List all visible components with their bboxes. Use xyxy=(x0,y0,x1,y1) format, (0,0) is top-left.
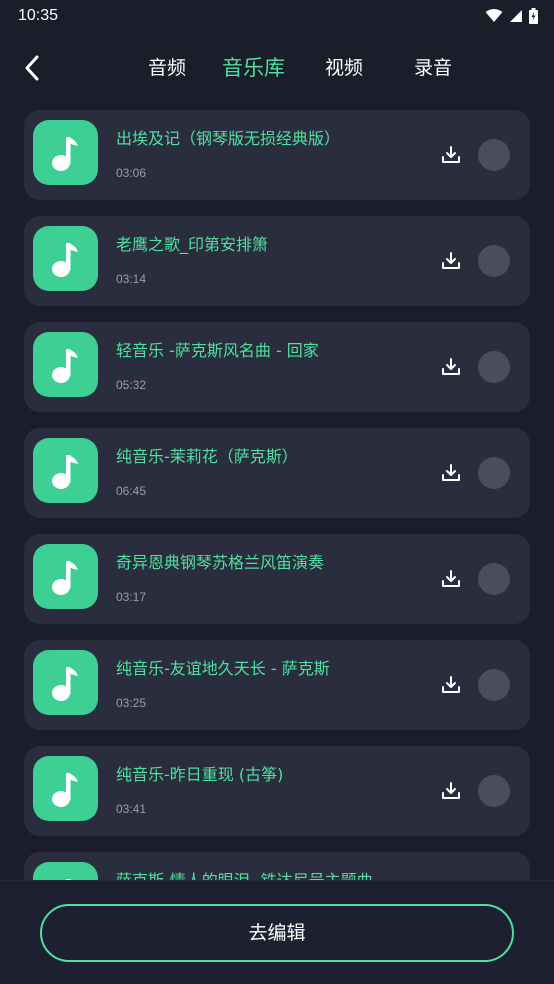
track-thumbnail xyxy=(33,120,98,185)
track-title: 奇异恩典钢琴苏格兰风笛演奏 xyxy=(116,553,325,572)
track-item[interactable]: 萨克斯-情人的眼泪 -铁达尼号主题曲 xyxy=(24,852,530,880)
music-note-icon xyxy=(51,242,78,277)
music-note-icon xyxy=(51,348,78,383)
track-item[interactable]: 出埃及记（钢琴版无损经典版） 03:06 xyxy=(24,110,530,200)
track-duration: 03:41 xyxy=(116,802,147,816)
header: 音频 音乐库 视频 录音 xyxy=(0,38,554,98)
tab-music-library[interactable]: 音乐库 xyxy=(222,52,285,84)
battery-icon xyxy=(529,8,538,24)
track-thumbnail xyxy=(33,438,98,503)
track-duration: 03:06 xyxy=(116,166,147,180)
select-checkbox[interactable] xyxy=(478,245,510,277)
track-title: 萨克斯-情人的眼泪 -铁达尼号主题曲 xyxy=(116,867,373,880)
download-icon[interactable] xyxy=(440,356,462,378)
track-item[interactable]: 纯音乐-茉莉花（萨克斯） 06:45 xyxy=(24,428,530,518)
select-checkbox[interactable] xyxy=(478,139,510,171)
select-checkbox[interactable] xyxy=(478,669,510,701)
track-thumbnail xyxy=(33,226,98,291)
status-icons xyxy=(485,8,538,24)
track-thumbnail xyxy=(33,332,98,397)
track-title: 纯音乐-茉莉花（萨克斯） xyxy=(116,447,298,466)
wifi-icon xyxy=(485,9,503,22)
track-item[interactable]: 纯音乐-友谊地久天长 - 萨克斯 03:25 xyxy=(24,640,530,730)
track-duration: 06:45 xyxy=(116,484,147,498)
download-icon[interactable] xyxy=(440,144,462,166)
music-note-icon xyxy=(51,666,78,701)
track-title: 出埃及记（钢琴版无损经典版） xyxy=(116,129,341,148)
select-checkbox[interactable] xyxy=(478,775,510,807)
track-duration: 03:14 xyxy=(116,272,147,286)
music-note-icon xyxy=(51,560,78,595)
back-button[interactable] xyxy=(14,50,50,86)
track-thumbnail xyxy=(33,756,98,821)
tab-audio[interactable]: 音频 xyxy=(148,52,186,84)
music-note-icon xyxy=(51,772,78,807)
track-duration: 05:32 xyxy=(116,378,147,392)
tab-recording[interactable]: 录音 xyxy=(414,52,452,84)
download-icon[interactable] xyxy=(440,674,462,696)
track-item[interactable]: 奇异恩典钢琴苏格兰风笛演奏 03:17 xyxy=(24,534,530,624)
track-title: 轻音乐 -萨克斯风名曲 - 回家 xyxy=(116,341,319,360)
status-bar: 10:35 xyxy=(0,0,554,32)
status-time: 10:35 xyxy=(18,7,59,24)
track-item[interactable]: 纯音乐-昨日重现 (古筝) 03:41 xyxy=(24,746,530,836)
select-checkbox[interactable] xyxy=(478,351,510,383)
track-title: 纯音乐-昨日重现 (古筝) xyxy=(116,765,284,784)
track-title: 老鹰之歌_印第安排箫 xyxy=(116,235,269,254)
track-duration: 03:17 xyxy=(116,590,147,604)
chevron-left-icon xyxy=(25,55,39,81)
music-note-icon xyxy=(51,136,78,171)
track-list[interactable]: 出埃及记（钢琴版无损经典版） 03:06 老鹰之歌_印第安排箫 03:14 轻音… xyxy=(0,100,554,880)
bottom-bar: 去编辑 xyxy=(0,880,554,984)
track-item[interactable]: 老鹰之歌_印第安排箫 03:14 xyxy=(24,216,530,306)
track-thumbnail xyxy=(33,862,98,880)
track-title: 纯音乐-友谊地久天长 - 萨克斯 xyxy=(116,659,330,678)
signal-icon xyxy=(510,10,522,22)
track-duration: 03:25 xyxy=(116,696,147,710)
download-icon[interactable] xyxy=(440,250,462,272)
track-item[interactable]: 轻音乐 -萨克斯风名曲 - 回家 05:32 xyxy=(24,322,530,412)
track-thumbnail xyxy=(33,650,98,715)
download-icon[interactable] xyxy=(440,780,462,802)
download-icon[interactable] xyxy=(440,462,462,484)
select-checkbox[interactable] xyxy=(478,457,510,489)
music-note-icon xyxy=(51,454,78,489)
download-icon[interactable] xyxy=(440,568,462,590)
select-checkbox[interactable] xyxy=(478,563,510,595)
tab-video[interactable]: 视频 xyxy=(325,52,363,84)
track-thumbnail xyxy=(33,544,98,609)
edit-button[interactable]: 去编辑 xyxy=(40,904,514,962)
